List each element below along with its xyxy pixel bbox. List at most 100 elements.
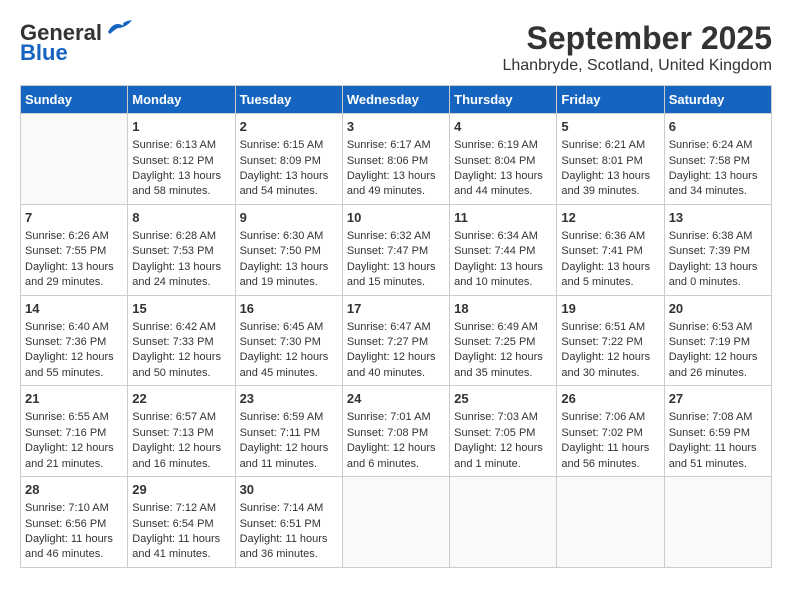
daylight-text: Daylight: 12 hours and 16 minutes. [132, 442, 221, 469]
daylight-text: Daylight: 12 hours and 11 minutes. [240, 442, 329, 469]
sunset-text: Sunset: 7:30 PM [240, 336, 321, 348]
sunrise-text: Sunrise: 6:45 AM [240, 321, 324, 333]
calendar-cell: 15 Sunrise: 6:42 AM Sunset: 7:33 PM Dayl… [128, 295, 235, 386]
daylight-text: Daylight: 13 hours and 5 minutes. [561, 261, 650, 288]
sunrise-text: Sunrise: 6:13 AM [132, 139, 216, 151]
day-number: 9 [240, 209, 338, 227]
daylight-text: Daylight: 13 hours and 34 minutes. [669, 170, 758, 197]
sunset-text: Sunset: 7:05 PM [454, 427, 535, 439]
daylight-text: Daylight: 13 hours and 29 minutes. [25, 261, 114, 288]
sunrise-text: Sunrise: 6:55 AM [25, 411, 109, 423]
calendar-cell: 24 Sunrise: 7:01 AM Sunset: 7:08 PM Dayl… [342, 386, 449, 477]
calendar-cell: 10 Sunrise: 6:32 AM Sunset: 7:47 PM Dayl… [342, 204, 449, 295]
calendar-body: 1 Sunrise: 6:13 AM Sunset: 8:12 PM Dayli… [21, 114, 772, 568]
calendar-cell: 11 Sunrise: 6:34 AM Sunset: 7:44 PM Dayl… [450, 204, 557, 295]
week-row-2: 7 Sunrise: 6:26 AM Sunset: 7:55 PM Dayli… [21, 204, 772, 295]
sunrise-text: Sunrise: 6:53 AM [669, 321, 753, 333]
sunrise-text: Sunrise: 7:08 AM [669, 411, 753, 423]
sunrise-text: Sunrise: 6:57 AM [132, 411, 216, 423]
sunset-text: Sunset: 7:25 PM [454, 336, 535, 348]
sunset-text: Sunset: 6:54 PM [132, 518, 213, 530]
day-number: 29 [132, 481, 230, 499]
calendar-cell: 7 Sunrise: 6:26 AM Sunset: 7:55 PM Dayli… [21, 204, 128, 295]
sunrise-text: Sunrise: 7:01 AM [347, 411, 431, 423]
daylight-text: Daylight: 12 hours and 35 minutes. [454, 351, 543, 378]
month-title: September 2025 [502, 20, 772, 57]
day-number: 14 [25, 300, 123, 318]
week-row-4: 21 Sunrise: 6:55 AM Sunset: 7:16 PM Dayl… [21, 386, 772, 477]
daylight-text: Daylight: 13 hours and 54 minutes. [240, 170, 329, 197]
day-header-saturday: Saturday [664, 86, 771, 114]
calendar-cell: 28 Sunrise: 7:10 AM Sunset: 6:56 PM Dayl… [21, 477, 128, 568]
day-number: 7 [25, 209, 123, 227]
sunset-text: Sunset: 8:12 PM [132, 155, 213, 167]
calendar-cell: 4 Sunrise: 6:19 AM Sunset: 8:04 PM Dayli… [450, 114, 557, 205]
daylight-text: Daylight: 12 hours and 26 minutes. [669, 351, 758, 378]
sunrise-text: Sunrise: 6:36 AM [561, 230, 645, 242]
calendar-cell: 1 Sunrise: 6:13 AM Sunset: 8:12 PM Dayli… [128, 114, 235, 205]
sunrise-text: Sunrise: 6:49 AM [454, 321, 538, 333]
sunset-text: Sunset: 7:02 PM [561, 427, 642, 439]
sunrise-text: Sunrise: 7:10 AM [25, 502, 109, 514]
calendar-cell: 16 Sunrise: 6:45 AM Sunset: 7:30 PM Dayl… [235, 295, 342, 386]
daylight-text: Daylight: 13 hours and 10 minutes. [454, 261, 543, 288]
calendar-cell: 9 Sunrise: 6:30 AM Sunset: 7:50 PM Dayli… [235, 204, 342, 295]
day-number: 10 [347, 209, 445, 227]
day-number: 8 [132, 209, 230, 227]
day-number: 27 [669, 390, 767, 408]
sunset-text: Sunset: 7:58 PM [669, 155, 750, 167]
calendar-table: SundayMondayTuesdayWednesdayThursdayFrid… [20, 85, 772, 568]
calendar-cell: 20 Sunrise: 6:53 AM Sunset: 7:19 PM Dayl… [664, 295, 771, 386]
week-row-1: 1 Sunrise: 6:13 AM Sunset: 8:12 PM Dayli… [21, 114, 772, 205]
daylight-text: Daylight: 13 hours and 49 minutes. [347, 170, 436, 197]
calendar-cell: 6 Sunrise: 6:24 AM Sunset: 7:58 PM Dayli… [664, 114, 771, 205]
day-header-monday: Monday [128, 86, 235, 114]
week-row-5: 28 Sunrise: 7:10 AM Sunset: 6:56 PM Dayl… [21, 477, 772, 568]
calendar-cell: 2 Sunrise: 6:15 AM Sunset: 8:09 PM Dayli… [235, 114, 342, 205]
sunset-text: Sunset: 7:11 PM [240, 427, 321, 439]
calendar-cell [21, 114, 128, 205]
daylight-text: Daylight: 12 hours and 50 minutes. [132, 351, 221, 378]
daylight-text: Daylight: 13 hours and 15 minutes. [347, 261, 436, 288]
sunset-text: Sunset: 7:13 PM [132, 427, 213, 439]
sunrise-text: Sunrise: 6:28 AM [132, 230, 216, 242]
sunset-text: Sunset: 7:08 PM [347, 427, 428, 439]
daylight-text: Daylight: 13 hours and 24 minutes. [132, 261, 221, 288]
calendar-cell [664, 477, 771, 568]
sunset-text: Sunset: 7:36 PM [25, 336, 106, 348]
location: Lhanbryde, Scotland, United Kingdom [502, 57, 772, 75]
daylight-text: Daylight: 12 hours and 45 minutes. [240, 351, 329, 378]
daylight-text: Daylight: 12 hours and 21 minutes. [25, 442, 114, 469]
sunrise-text: Sunrise: 6:21 AM [561, 139, 645, 151]
sunset-text: Sunset: 6:56 PM [25, 518, 106, 530]
title-section: September 2025 Lhanbryde, Scotland, Unit… [502, 20, 772, 75]
sunset-text: Sunset: 8:09 PM [240, 155, 321, 167]
page-header: General Blue September 2025 Lhanbryde, S… [20, 20, 772, 75]
calendar-cell: 30 Sunrise: 7:14 AM Sunset: 6:51 PM Dayl… [235, 477, 342, 568]
sunrise-text: Sunrise: 7:12 AM [132, 502, 216, 514]
day-header-wednesday: Wednesday [342, 86, 449, 114]
calendar-cell: 19 Sunrise: 6:51 AM Sunset: 7:22 PM Dayl… [557, 295, 664, 386]
day-number: 6 [669, 118, 767, 136]
logo-bird-icon [104, 18, 136, 40]
day-number: 19 [561, 300, 659, 318]
sunset-text: Sunset: 7:53 PM [132, 245, 213, 257]
calendar-cell: 3 Sunrise: 6:17 AM Sunset: 8:06 PM Dayli… [342, 114, 449, 205]
daylight-text: Daylight: 13 hours and 58 minutes. [132, 170, 221, 197]
calendar-cell: 12 Sunrise: 6:36 AM Sunset: 7:41 PM Dayl… [557, 204, 664, 295]
daylight-text: Daylight: 11 hours and 41 minutes. [132, 533, 220, 560]
day-number: 1 [132, 118, 230, 136]
day-header-thursday: Thursday [450, 86, 557, 114]
day-number: 20 [669, 300, 767, 318]
sunrise-text: Sunrise: 6:26 AM [25, 230, 109, 242]
sunset-text: Sunset: 7:50 PM [240, 245, 321, 257]
sunrise-text: Sunrise: 6:15 AM [240, 139, 324, 151]
day-number: 23 [240, 390, 338, 408]
calendar-cell: 17 Sunrise: 6:47 AM Sunset: 7:27 PM Dayl… [342, 295, 449, 386]
daylight-text: Daylight: 11 hours and 36 minutes. [240, 533, 328, 560]
sunrise-text: Sunrise: 6:38 AM [669, 230, 753, 242]
day-number: 28 [25, 481, 123, 499]
day-number: 13 [669, 209, 767, 227]
daylight-text: Daylight: 13 hours and 39 minutes. [561, 170, 650, 197]
calendar-cell [450, 477, 557, 568]
